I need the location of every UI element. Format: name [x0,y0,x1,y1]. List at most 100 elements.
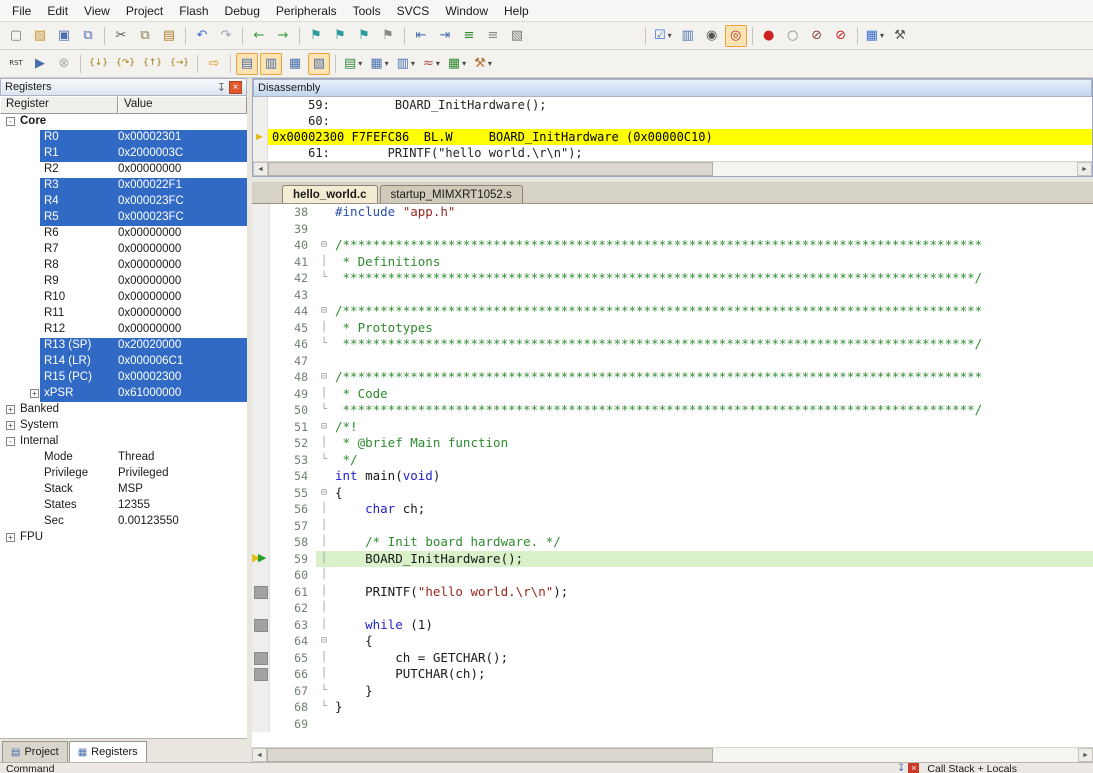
code-text[interactable]: int main(void) [332,468,1093,485]
scroll-left-button[interactable]: ◄ [252,748,267,762]
copy-button[interactable]: ⧉ [134,25,156,47]
code-text[interactable]: * Code [332,386,1093,403]
toolbox-button[interactable]: ⚒▾ [471,53,495,75]
breakpoint-gutter[interactable] [252,402,270,419]
code-line[interactable]: 46└ ************************************… [252,336,1093,353]
breakpoint-gutter[interactable] [252,386,270,403]
pin-icon[interactable]: ↧ [897,763,905,773]
symbol-window-button[interactable]: ▦ [284,53,306,75]
menu-item-view[interactable]: View [76,2,118,20]
code-line[interactable]: 52│ * @brief Main function [252,435,1093,452]
indent-button[interactable]: ⇥ [434,25,456,47]
register-row[interactable]: R10x2000003C [0,146,247,162]
expand-icon[interactable]: + [6,405,15,414]
code-text[interactable]: /***************************************… [332,369,1093,386]
code-line[interactable]: 60│ [252,567,1093,584]
code-line[interactable]: 55⊟{ [252,485,1093,502]
close-icon[interactable]: × [908,763,919,773]
menu-item-file[interactable]: File [4,2,39,20]
code-text[interactable]: { [332,633,1093,650]
undo-button[interactable]: ↶ [191,25,213,47]
code-line[interactable]: 64⊟ { [252,633,1093,650]
code-text[interactable]: /* Init board hardware. */ [332,534,1093,551]
reset-button[interactable]: RST [5,53,27,75]
code-line[interactable]: 41│ * Definitions [252,254,1093,271]
menu-item-help[interactable]: Help [496,2,537,20]
code-text[interactable]: BOARD_InitHardware(); [332,551,1093,568]
code-text[interactable] [332,221,1093,238]
code-text[interactable]: */ [332,452,1093,469]
breakpoint-gutter[interactable] [252,452,270,469]
show-next-statement-button[interactable]: ⇨ [203,53,225,75]
menu-item-tools[interactable]: Tools [345,2,389,20]
register-row[interactable]: +System [0,418,247,434]
step-into-button[interactable]: {↓} [86,53,111,75]
breakpoint-gutter[interactable] [252,303,270,320]
code-line[interactable]: 39 [252,221,1093,238]
incremental-find-button[interactable]: ◎ [725,25,747,47]
code-text[interactable]: * Definitions [332,254,1093,271]
code-line[interactable]: 62│ [252,600,1093,617]
disable-all-breakpoints-button[interactable]: ⊘ [806,25,828,47]
run-to-cursor-button[interactable]: {→} [167,53,192,75]
next-bookmark-button[interactable]: ⚑ [353,25,375,47]
code-text[interactable]: ****************************************… [332,336,1093,353]
scrollbar-track[interactable] [267,748,1078,762]
properties-button[interactable]: ▧ [506,25,528,47]
scrollbar-track[interactable] [268,162,1077,176]
breakpoint-gutter[interactable] [252,353,270,370]
menu-item-window[interactable]: Window [437,2,496,20]
step-out-button[interactable]: {↑} [140,53,165,75]
insert-breakpoint-button[interactable]: ● [758,25,780,47]
breakpoint-gutter[interactable] [252,221,270,238]
paste-button[interactable]: ▤ [158,25,180,47]
breakpoint-gutter[interactable] [252,617,270,634]
code-text[interactable]: #include "app.h" [332,204,1093,221]
register-column-label[interactable]: Register [0,96,118,114]
uncomment-button[interactable]: ≡ [482,25,504,47]
kill-all-breakpoints-button[interactable]: ⊘ [830,25,852,47]
breakpoint-gutter[interactable] [252,650,270,667]
run-button[interactable]: ▶ [29,53,51,75]
step-over-button[interactable]: {↷} [113,53,138,75]
scrollbar-thumb[interactable] [267,748,713,762]
breakpoint-gutter[interactable] [252,584,270,601]
breakpoint-gutter[interactable] [252,254,270,271]
breakpoint-gutter[interactable]: ▶▶ [252,551,270,568]
register-row[interactable]: -Internal [0,434,247,450]
save-button[interactable]: ▣ [53,25,75,47]
code-text[interactable] [332,518,1093,535]
code-text[interactable]: } [332,699,1093,716]
breakpoint-gutter[interactable] [252,518,270,535]
breakpoint-gutter[interactable] [252,567,270,584]
fold-collapse-icon[interactable]: ⊟ [316,303,332,320]
expand-icon[interactable]: + [6,421,15,430]
scroll-left-button[interactable]: ◄ [253,162,268,176]
collapse-icon[interactable]: - [6,117,15,126]
register-row[interactable]: R14 (LR)0x000006C1 [0,354,247,370]
bottom-tab-project[interactable]: ▤Project [2,741,68,762]
code-text[interactable]: ch = GETCHAR(); [332,650,1093,667]
code-line[interactable]: 61│ PRINTF("hello world.\r\n"); [252,584,1093,601]
code-line[interactable]: 58│ /* Init board hardware. */ [252,534,1093,551]
command-window-button[interactable]: ▤ [236,53,258,75]
menu-item-peripherals[interactable]: Peripherals [268,2,345,20]
register-row[interactable]: R30x000022F1 [0,178,247,194]
breakpoint-gutter[interactable] [252,666,270,683]
tab-startup_MIMXRT1052.s[interactable]: startup_MIMXRT1052.s [380,185,523,203]
register-row[interactable]: R80x00000000 [0,258,247,274]
code-text[interactable] [332,287,1093,304]
fold-collapse-icon[interactable]: ⊟ [316,633,332,650]
system-viewer-button[interactable]: ▦▾ [445,53,469,75]
breakpoint-gutter[interactable] [252,237,270,254]
breakpoint-gutter[interactable] [252,468,270,485]
expand-icon[interactable]: + [30,389,39,398]
code-line[interactable]: 54int main(void) [252,468,1093,485]
breakpoint-gutter[interactable] [252,534,270,551]
code-line[interactable]: 63│ while (1) [252,617,1093,634]
navigate-forward-button[interactable]: → [272,25,294,47]
code-text[interactable]: ****************************************… [332,402,1093,419]
code-line[interactable]: 44⊟/************************************… [252,303,1093,320]
code-text[interactable]: * Prototypes [332,320,1093,337]
code-line[interactable]: 48⊟/************************************… [252,369,1093,386]
